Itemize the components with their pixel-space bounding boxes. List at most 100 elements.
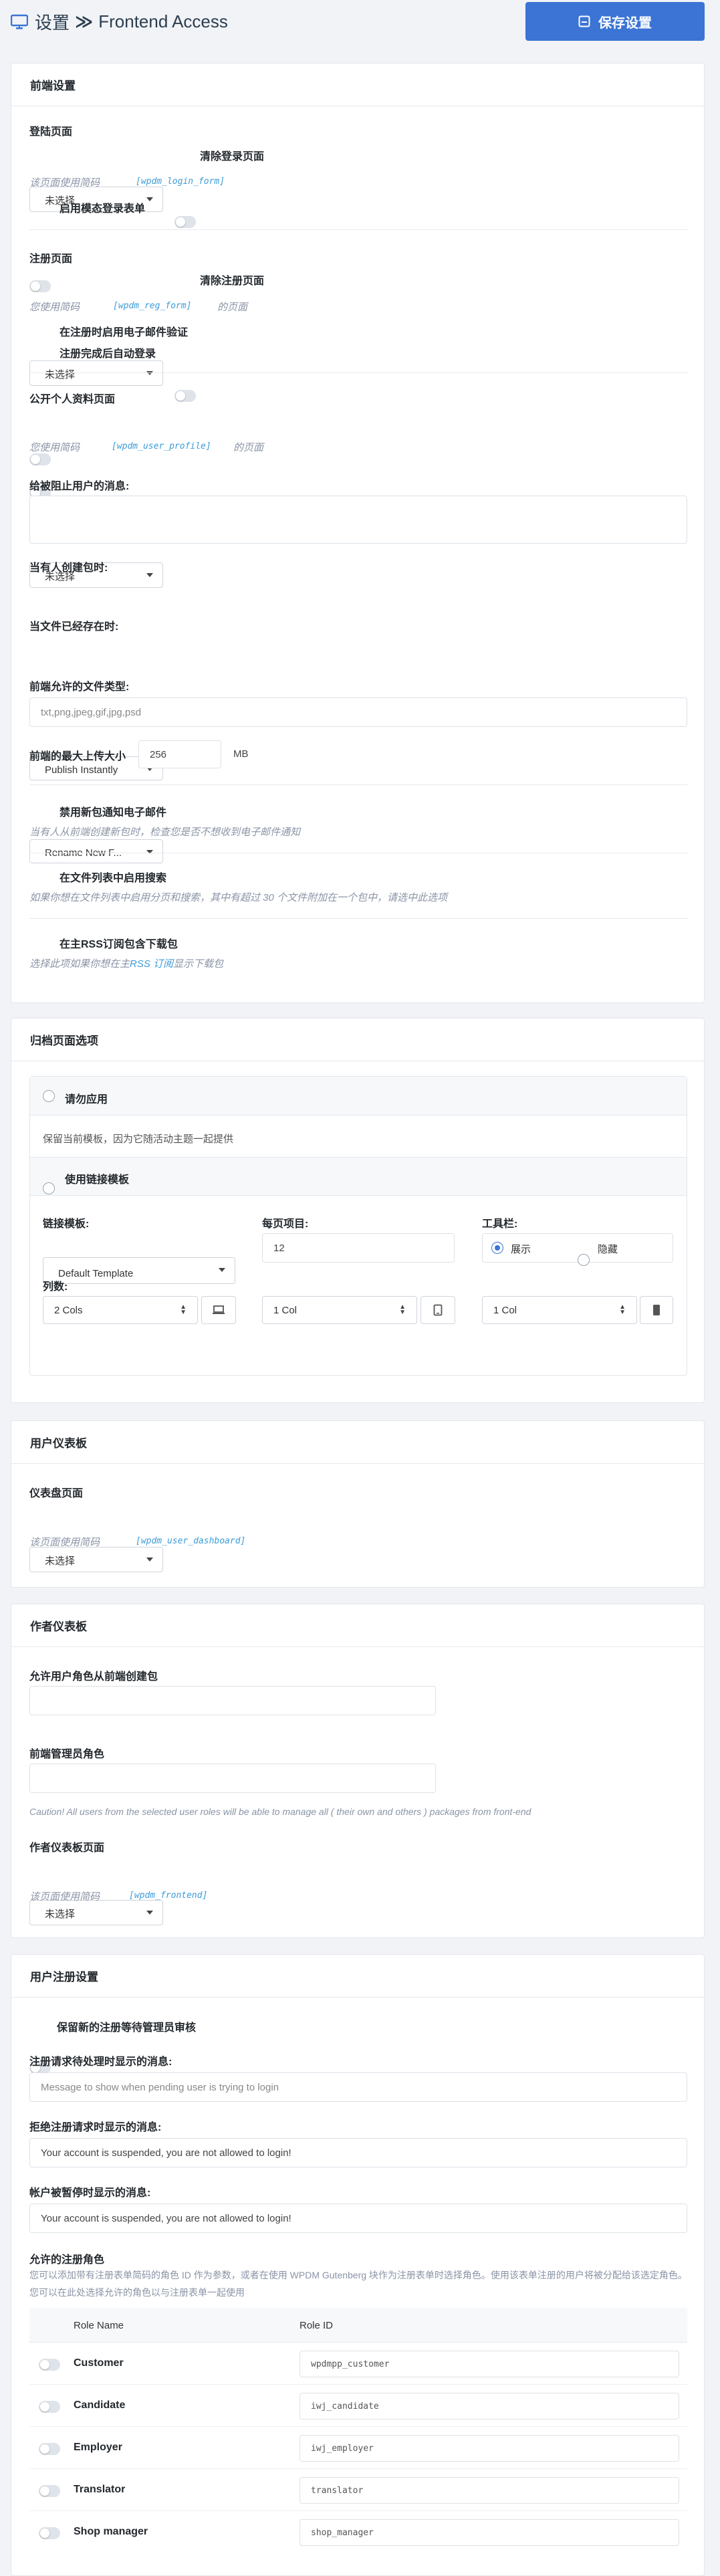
role-toggle[interactable]: [39, 2527, 60, 2539]
register-page-label: 注册页面: [29, 253, 73, 265]
max-upload-unit: MB: [233, 748, 249, 760]
toolbar-show-label: 展示: [511, 1244, 531, 1255]
per-page-label: 每页项目:: [262, 1218, 309, 1230]
role-name: Translator: [74, 2484, 126, 2495]
author-dashboard-page-select[interactable]: 未选择: [29, 1900, 163, 1925]
divider: [29, 372, 687, 373]
role-toggle[interactable]: [39, 2485, 60, 2497]
cols-tablet-value: 1 Col: [273, 1304, 297, 1316]
dashboard-page-label: 仪表盘页面: [29, 1488, 84, 1499]
card-title: 用户注册设置: [11, 1955, 704, 1998]
table-row: Shop manager shop_manager: [29, 2511, 687, 2553]
cols-mobile-value: 1 Col: [493, 1304, 517, 1316]
col-role-name: Role Name: [74, 2320, 124, 2331]
roles-table: Role Name Role ID Customer wpdmpp_custom…: [29, 2308, 687, 2571]
clear-login-page-label: 清除登录页面: [200, 151, 265, 163]
clear-register-page-label: 清除注册页面: [200, 276, 265, 287]
modal-login-toggle[interactable]: [29, 280, 51, 292]
divider: [29, 229, 687, 230]
toolbar-hide-radio[interactable]: [578, 1254, 590, 1266]
link-template-label: 链接模板:: [43, 1218, 90, 1230]
role-toggle[interactable]: [39, 2359, 60, 2371]
author-roles-input[interactable]: [29, 1686, 436, 1715]
save-settings-label: 保存设置: [598, 15, 652, 31]
profile-shortcode: [wpdm_user_profile]: [112, 441, 211, 451]
manager-roles-input[interactable]: [29, 1763, 436, 1793]
max-upload-input[interactable]: 256: [138, 740, 221, 768]
file-search-label: 在文件列表中启用搜索: [59, 873, 167, 884]
rejected-message-label: 拒绝注册请求时显示的消息:: [29, 2122, 162, 2133]
save-icon: [578, 15, 590, 27]
dashboard-shortcode: [wpdm_user_dashboard]: [136, 1536, 246, 1546]
create-package-label: 当有人创建包时:: [29, 562, 108, 574]
table-header: Role Name Role ID: [29, 2308, 687, 2343]
card-title: 前端设置: [11, 64, 704, 106]
dashboard-help: 该页面使用简码: [29, 1537, 100, 1548]
table-row: Translator translator: [29, 2469, 687, 2511]
paused-message-input[interactable]: Your account is suspended, you are not a…: [29, 2204, 687, 2233]
card-title: 归档页面选项: [11, 1018, 704, 1061]
desktop-icon[interactable]: [201, 1296, 236, 1324]
role-toggle[interactable]: [39, 2443, 60, 2455]
email-verify-toggle[interactable]: [29, 453, 51, 465]
max-upload-label: 前端的最大上传大小: [29, 751, 126, 762]
save-settings-button[interactable]: 保存设置: [525, 2, 705, 41]
profile-help-suffix: 的页面: [233, 442, 264, 453]
profile-help-prefix: 您使用简码: [29, 442, 80, 453]
role-id-input[interactable]: wpdmpp_customer: [299, 2351, 679, 2377]
pending-message-input[interactable]: Message to show when pending user is try…: [29, 2072, 687, 2102]
no-template-radio[interactable]: [43, 1090, 55, 1102]
rss-help: 选择此项如果你想在主RSS 订阅显示下载包: [29, 956, 223, 970]
columns-label: 列数:: [43, 1281, 68, 1293]
mobile-icon[interactable]: [640, 1296, 673, 1324]
toolbar-show-radio[interactable]: [491, 1242, 503, 1254]
cols-mobile-stepper[interactable]: 1 Col ▲ ▼: [482, 1296, 637, 1324]
role-id-input[interactable]: iwj_candidate: [299, 2393, 679, 2420]
role-id-input[interactable]: translator: [299, 2477, 679, 2504]
role-name: Customer: [74, 2357, 124, 2369]
link-template-option-label: 使用链接模板: [65, 1174, 130, 1186]
rss-link[interactable]: RSS 订阅: [130, 958, 173, 970]
author-dashboard-page-label: 作者仪表板页面: [29, 1842, 105, 1854]
paused-message-label: 帐户被暂停时显示的消息:: [29, 2187, 151, 2199]
stepper-arrows-icon: ▲ ▼: [399, 1303, 406, 1316]
login-page-label: 登陆页面: [29, 126, 73, 138]
email-verify-label: 在注册时启用电子邮件验证: [59, 327, 189, 338]
rejected-message-input[interactable]: Your account is suspended, you are not a…: [29, 2138, 687, 2167]
file-types-label: 前端允许的文件类型:: [29, 681, 130, 693]
modal-login-label: 启用模态登录表单: [59, 203, 146, 215]
role-name: Shop manager: [74, 2526, 148, 2537]
blocked-message-textarea[interactable]: [29, 496, 687, 544]
role-id-input[interactable]: iwj_employer: [299, 2435, 679, 2462]
allowed-roles-help: 您可以添加带有注册表单简码的角色 ID 作为参数，或者在使用 WPDM Gute…: [29, 2270, 687, 2298]
link-template-radio[interactable]: [43, 1182, 55, 1194]
link-template-select[interactable]: Default Template: [43, 1257, 235, 1284]
file-exists-select[interactable]: Rename New F...: [29, 839, 163, 863]
divider: [29, 784, 687, 785]
clear-login-page-toggle[interactable]: [174, 216, 196, 228]
role-toggle[interactable]: [39, 2401, 60, 2413]
author-roles-label: 允许用户角色从前端创建包: [29, 1671, 158, 1683]
rss-help-suffix: 显示下载包: [173, 958, 224, 970]
cols-desktop-value: 2 Cols: [54, 1304, 83, 1316]
table-row: Candidate iwj_candidate: [29, 2385, 687, 2427]
option-row: [30, 1077, 687, 1115]
file-types-input[interactable]: txt,png,jpeg,gif,jpg,psd: [29, 697, 687, 727]
manager-roles-label: 前端管理员角色: [29, 1749, 105, 1760]
author-dashboard-card: 作者仪表板 允许用户角色从前端创建包 前端管理员角色 Caution! All …: [11, 1604, 705, 1938]
card-title: 用户仪表板: [11, 1421, 704, 1464]
tablet-icon[interactable]: [421, 1296, 455, 1324]
per-page-input[interactable]: 12: [262, 1233, 455, 1263]
register-help-suffix: 的页面: [217, 302, 248, 313]
role-name: Employer: [74, 2442, 122, 2453]
register-page-select[interactable]: 未选择: [29, 360, 163, 386]
dashboard-page-select[interactable]: 未选择: [29, 1547, 163, 1572]
clear-register-page-toggle[interactable]: [174, 390, 196, 402]
top-bar: 设置 ≫ Frontend Access 保存设置: [0, 0, 720, 49]
frontend-settings-card: 前端设置 登陆页面 未选择 清除登录页面 该页面使用简码 [wpdm_login…: [11, 63, 705, 1199]
cols-tablet-stepper[interactable]: 1 Col ▲ ▼: [262, 1296, 417, 1324]
cols-desktop-stepper[interactable]: 2 Cols ▲ ▼: [43, 1296, 198, 1324]
role-id-input[interactable]: shop_manager: [299, 2519, 679, 2546]
author-dashboard-help: 该页面使用简码: [29, 1891, 100, 1903]
archive-options-card: 归档页面选项 请勿应用 保留当前模板，因为它随活动主题一起提供 使用链接模板 链…: [11, 1018, 705, 1403]
